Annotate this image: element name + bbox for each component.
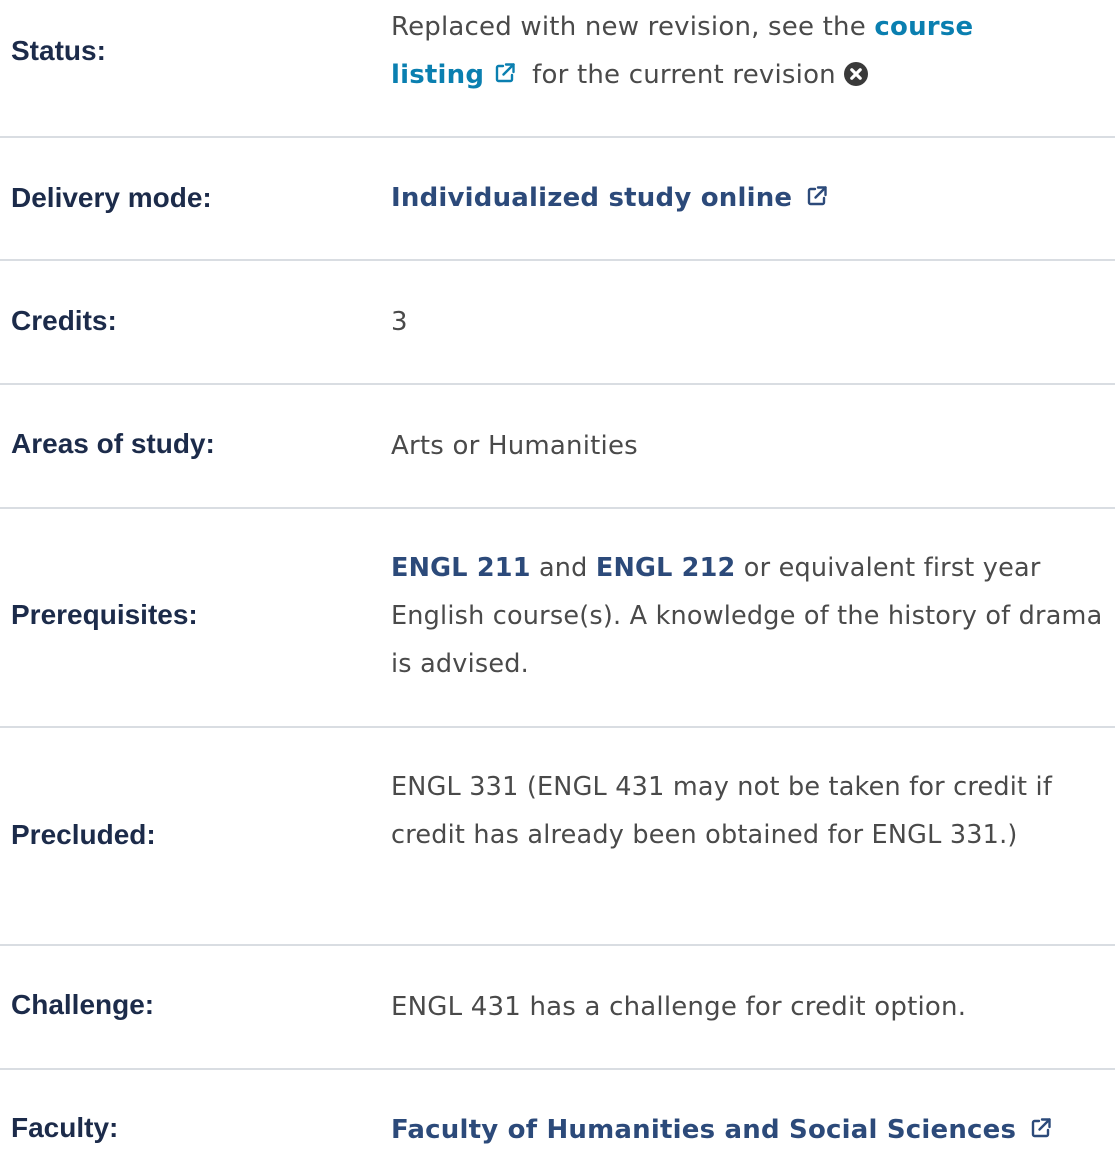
delivery-mode-link[interactable]: Individualized study online — [391, 183, 828, 213]
row-credits: Credits: 3 — [0, 261, 1115, 385]
row-challenge: Challenge: ENGL 431 has a challenge for … — [0, 946, 1115, 1070]
external-link-icon — [494, 62, 516, 84]
delivery-mode-label: Delivery mode: — [11, 182, 212, 213]
row-status: Status: Replaced with new revision, see … — [0, 0, 1115, 138]
engl-212-link[interactable]: ENGL 212 — [596, 553, 736, 583]
delivery-mode-link-text: Individualized study online — [391, 183, 793, 213]
prereq-and-text: and — [530, 553, 596, 583]
status-text-after: for the current revision — [532, 60, 836, 90]
status-text-before: Replaced with new revision, see the — [391, 12, 875, 42]
credits-label: Credits: — [11, 305, 117, 336]
challenge-label: Challenge: — [11, 989, 155, 1020]
external-link-icon — [1030, 1117, 1052, 1139]
row-prerequisites: Prerequisites: ENGL 211 and ENGL 212 or … — [0, 509, 1115, 728]
row-delivery-mode: Delivery mode: Individualized study onli… — [0, 138, 1115, 261]
faculty-label: Faculty: — [11, 1112, 119, 1143]
precluded-value: ENGL 331 (ENGL 431 may not be taken for … — [391, 772, 1053, 850]
faculty-link-text: Faculty of Humanities and Social Science… — [391, 1115, 1017, 1145]
row-precluded: Precluded: ENGL 331 (ENGL 431 may not be… — [0, 728, 1115, 946]
course-listing-link-word1: course — [874, 12, 974, 42]
precluded-label: Precluded: — [11, 819, 156, 850]
row-faculty: Faculty: Faculty of Humanities and Socia… — [0, 1070, 1115, 1146]
prerequisites-value: ENGL 211 and ENGL 212 or equivalent firs… — [391, 544, 1113, 688]
credits-value: 3 — [391, 307, 408, 337]
areas-of-study-value: Arts or Humanities — [391, 431, 638, 461]
engl-211-link[interactable]: ENGL 211 — [391, 553, 531, 583]
course-listing-link-word2: listing — [391, 60, 485, 90]
status-value: Replaced with new revision, see the cour… — [391, 3, 1115, 99]
challenge-value: ENGL 431 has a challenge for credit opti… — [391, 992, 967, 1022]
row-areas-of-study: Areas of study: Arts or Humanities — [0, 385, 1115, 509]
external-link-icon — [806, 185, 828, 207]
delivery-mode-value: Individualized study online — [391, 174, 1115, 222]
status-label: Status: — [11, 35, 106, 66]
faculty-value: Faculty of Humanities and Social Science… — [391, 1106, 1115, 1154]
areas-of-study-label: Areas of study: — [11, 428, 215, 459]
faculty-link[interactable]: Faculty of Humanities and Social Science… — [391, 1115, 1052, 1145]
prerequisites-label: Prerequisites: — [11, 599, 198, 630]
times-circle-icon[interactable] — [844, 62, 869, 86]
